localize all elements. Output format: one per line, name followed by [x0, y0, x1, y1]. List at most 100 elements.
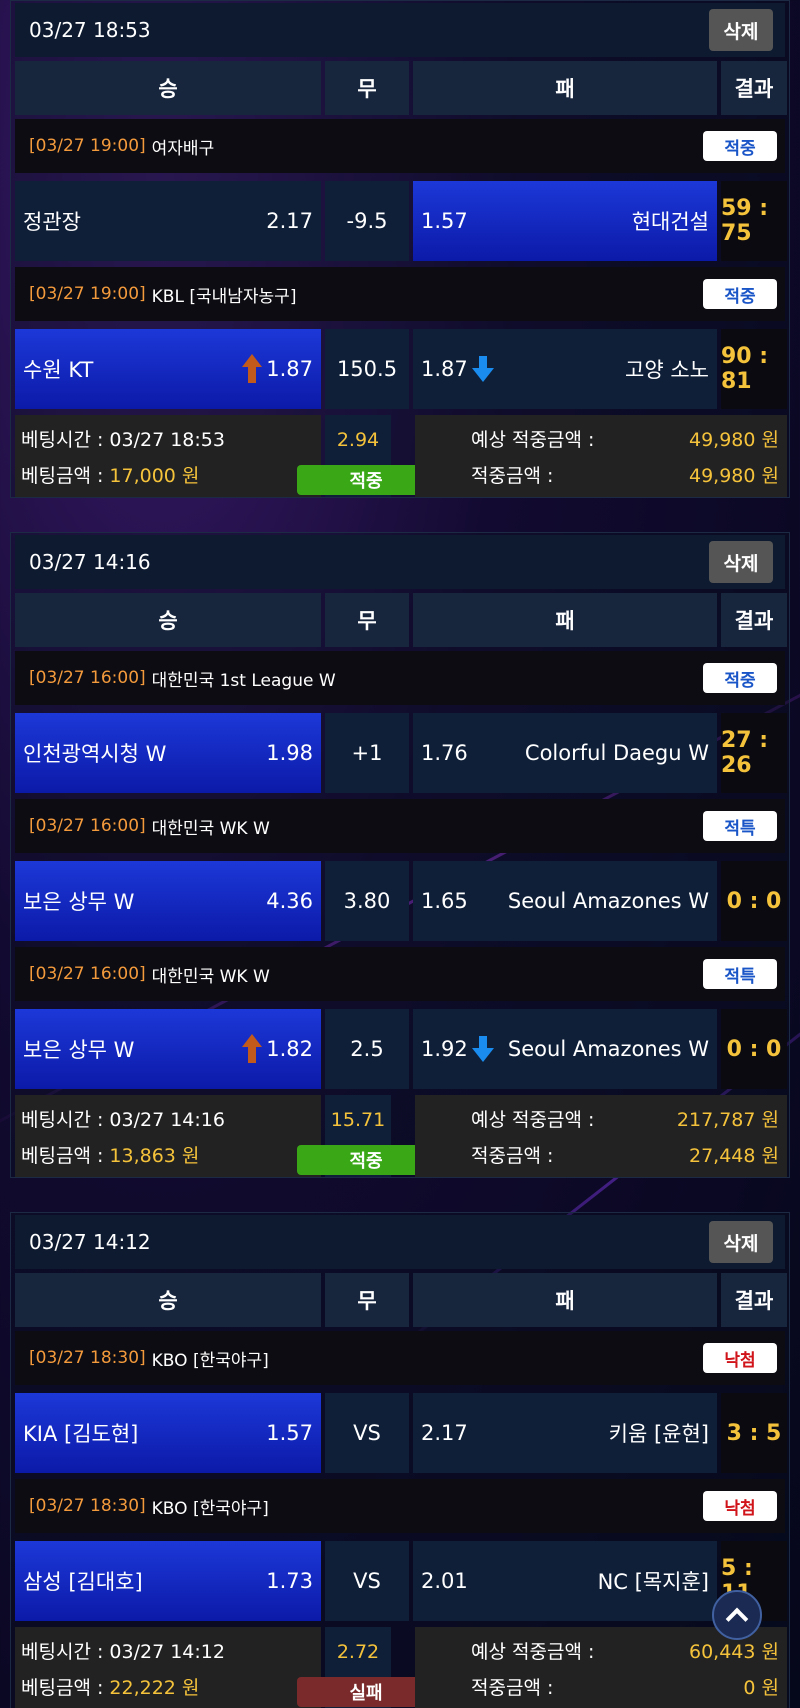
slip-time: 03/27 14:16 — [29, 550, 151, 574]
column-header-win: 승 — [15, 593, 321, 647]
result-badge: 적중 — [703, 131, 777, 161]
slip-time: 03/27 14:12 — [29, 1230, 151, 1254]
bet-slip: 03/27 14:16 삭제 승 무 패 결과 [03/27 16:00] 대한… — [10, 532, 790, 1178]
home-odd: 1.82 — [266, 1037, 313, 1061]
bet-slip: 03/27 18:53 삭제 승 무 패 결과 [03/27 19:00] 여자… — [10, 0, 790, 498]
slip-header: 03/27 18:53 삭제 — [15, 3, 785, 57]
bet-amount-value: 13,863 원 — [109, 1145, 200, 1167]
bet-info: 베팅시간 : 03/27 14:12 베팅금액 : 22,222 원 — [15, 1627, 321, 1708]
score-cell: 0 : 0 — [721, 1009, 787, 1089]
payout-info: 예상 적중금액 : 217,787 원 적중금액 : 27,448 원 — [415, 1095, 787, 1177]
expected-win-value: 49,980 원 — [688, 429, 779, 451]
bet-amount-value: 22,222 원 — [109, 1677, 200, 1699]
column-header-win: 승 — [15, 1273, 321, 1327]
away-team-cell[interactable]: 1.87 고양 소노 — [413, 329, 717, 409]
away-team-cell[interactable]: 2.17 키움 [윤현] — [413, 1393, 717, 1473]
column-header-draw: 무 — [325, 593, 409, 647]
draw-cell[interactable]: 2.5 — [325, 1009, 409, 1089]
expected-win-label: 예상 적중금액 : — [471, 429, 595, 451]
game-time: [03/27 16:00] — [29, 816, 146, 836]
away-team-name: 현대건설 — [631, 210, 709, 234]
league-name: 여자배구 — [151, 138, 215, 159]
bet-info: 베팅시간 : 03/27 18:53 베팅금액 : 17,000 원 — [15, 415, 321, 497]
bet-slip: 03/27 14:12 삭제 승 무 패 결과 [03/27 18:30] KB… — [10, 1212, 790, 1708]
away-team-name: NC [목지훈] — [597, 1570, 709, 1594]
draw-cell[interactable]: +1 — [325, 713, 409, 793]
away-team-name: Colorful Daegu W — [524, 741, 709, 765]
home-team-cell[interactable]: KIA [김도현] 1.57 — [15, 1393, 321, 1473]
result-badge: 적특 — [703, 959, 777, 989]
game-time: [03/27 16:00] — [29, 668, 146, 688]
league-name: 대한민국 1st League W — [151, 670, 336, 691]
league-name: KBL [국내남자농구] — [151, 286, 297, 307]
delete-button[interactable]: 삭제 — [709, 541, 773, 583]
home-odd: 1.87 — [266, 357, 313, 381]
draw-cell[interactable]: VS — [325, 1541, 409, 1621]
draw-cell[interactable]: -9.5 — [325, 181, 409, 261]
home-team-cell[interactable]: 보은 상무 W 1.82 — [15, 1009, 321, 1089]
draw-cell[interactable]: 3.80 — [325, 861, 409, 941]
away-team-cell[interactable]: 1.65 Seoul Amazones W — [413, 861, 717, 941]
league-name: KBO [한국야구] — [151, 1350, 269, 1371]
expected-win-label: 예상 적중금액 : — [471, 1641, 595, 1663]
bet-time-label: 베팅시간 : — [21, 429, 110, 451]
away-odd: 2.17 — [421, 1421, 468, 1445]
bet-amount-label: 베팅금액 : — [21, 1145, 110, 1167]
home-team-cell[interactable]: 보은 상무 W 4.36 — [15, 861, 321, 941]
game-time: [03/27 16:00] — [29, 964, 146, 984]
home-team-name: KIA [김도현] — [23, 1422, 139, 1446]
slip-header: 03/27 14:16 삭제 — [15, 535, 785, 589]
away-odd: 1.65 — [421, 889, 468, 913]
home-team-name: 인천광역시청 W — [23, 742, 167, 766]
away-team-cell[interactable]: 2.01 NC [목지훈] — [413, 1541, 717, 1621]
score-cell: 59 : 75 — [721, 181, 787, 261]
away-team-cell[interactable]: 1.92 Seoul Amazones W — [413, 1009, 717, 1089]
draw-cell[interactable]: 150.5 — [325, 329, 409, 409]
bet-time-value: 03/27 14:16 — [109, 1109, 225, 1131]
result-badge: 낙첨 — [703, 1491, 777, 1521]
away-odd: 1.92 — [421, 1037, 468, 1061]
delete-button[interactable]: 삭제 — [709, 1221, 773, 1263]
game-info-bar: [03/27 18:30] KBO [한국야구] 낙첨 — [15, 1479, 785, 1533]
game-info-bar: [03/27 16:00] 대한민국 WK W 적특 — [15, 947, 785, 1001]
expected-win-value: 217,787 원 — [676, 1109, 779, 1131]
away-team-name: 고양 소노 — [625, 358, 709, 382]
game-info-bar: [03/27 19:00] 여자배구 적중 — [15, 119, 785, 173]
home-team-name: 수원 KT — [23, 358, 94, 382]
away-team-cell[interactable]: 1.76 Colorful Daegu W — [413, 713, 717, 793]
result-badge: 적중 — [703, 279, 777, 309]
column-header-lose: 패 — [413, 1273, 717, 1327]
total-odds: 15.71 — [330, 1109, 386, 1131]
column-header-win: 승 — [15, 61, 321, 115]
column-header-result: 결과 — [721, 1273, 787, 1327]
delete-button[interactable]: 삭제 — [709, 9, 773, 51]
home-team-cell[interactable]: 정관장 2.17 — [15, 181, 321, 261]
home-odd: 1.98 — [266, 741, 313, 765]
home-team-cell[interactable]: 인천광역시청 W 1.98 — [15, 713, 321, 793]
bet-summary: 베팅시간 : 03/27 18:53 베팅금액 : 17,000 원 2.94 … — [15, 415, 787, 497]
away-odd: 1.87 — [421, 357, 468, 381]
win-amount-label: 적중금액 : — [471, 1145, 554, 1167]
scroll-to-top-button[interactable] — [712, 1590, 762, 1640]
home-team-name: 삼성 [김대호] — [23, 1570, 143, 1594]
bet-time-value: 03/27 14:12 — [109, 1641, 225, 1663]
draw-cell[interactable]: VS — [325, 1393, 409, 1473]
home-team-cell[interactable]: 삼성 [김대호] 1.73 — [15, 1541, 321, 1621]
column-header-lose: 패 — [413, 593, 717, 647]
win-amount-value: 0 원 — [743, 1677, 779, 1699]
home-team-cell[interactable]: 수원 KT 1.87 — [15, 329, 321, 409]
result-badge: 적중 — [703, 663, 777, 693]
game-info-bar: [03/27 19:00] KBL [국내남자농구] 적중 — [15, 267, 785, 321]
expected-win-label: 예상 적중금액 : — [471, 1109, 595, 1131]
odds-down-arrow-icon — [471, 1036, 494, 1062]
bet-amount-value: 17,000 원 — [109, 465, 200, 487]
away-team-cell[interactable]: 1.57 현대건설 — [413, 181, 717, 261]
away-team-name: 키움 [윤현] — [608, 1422, 709, 1446]
bet-time-value: 03/27 18:53 — [109, 429, 225, 451]
score-cell: 27 : 26 — [721, 713, 787, 793]
home-team-name: 보은 상무 W — [23, 1038, 135, 1062]
away-odd: 1.57 — [421, 209, 468, 233]
win-amount-label: 적중금액 : — [471, 1677, 554, 1699]
score-cell: 3 : 5 — [721, 1393, 787, 1473]
home-odd: 1.73 — [266, 1569, 313, 1593]
